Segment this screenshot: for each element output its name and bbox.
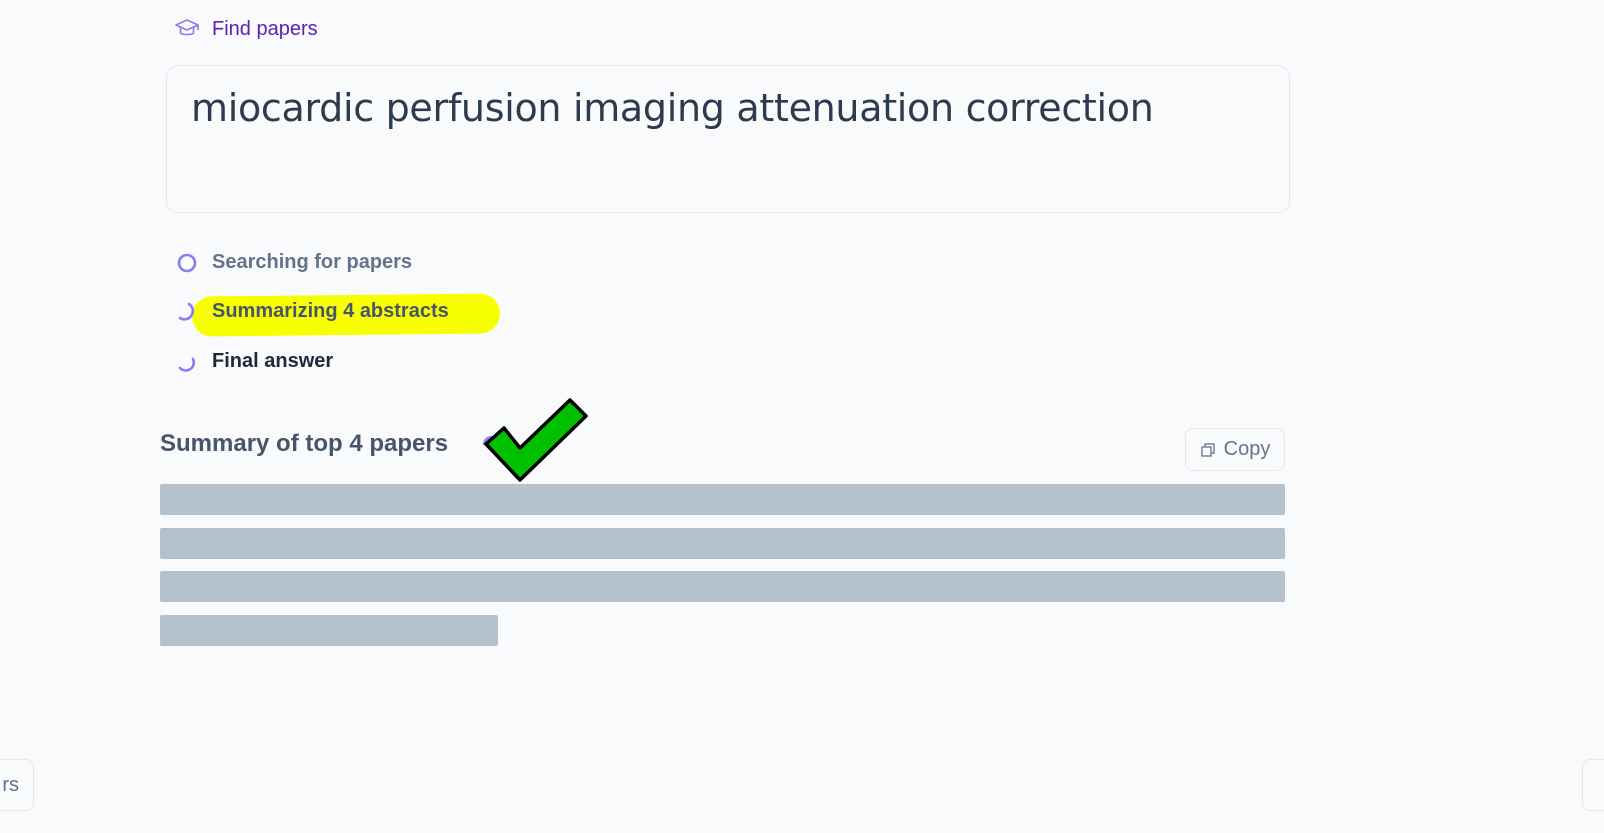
step-summarizing: Summarizing 4 abstracts: [176, 300, 449, 323]
step-label: Summarizing 4 abstracts: [212, 300, 449, 322]
copy-button[interactable]: Copy: [1185, 428, 1285, 471]
summary-title: Summary of top 4 papers: [160, 430, 449, 457]
copy-label: Copy: [1223, 438, 1271, 460]
step-final-answer: Final answer: [176, 350, 333, 373]
spinner-icon: [178, 357, 196, 372]
find-papers-link[interactable]: Find papers: [174, 16, 318, 42]
find-papers-label: Find papers: [212, 17, 318, 40]
skeleton-line: [160, 484, 1285, 515]
skeleton-line: [160, 615, 498, 646]
circle-icon: [177, 253, 197, 272]
step-label: Final answer: [212, 350, 334, 372]
step-searching: Searching for papers: [176, 251, 412, 274]
query-text: miocardic perfusion imaging attenuation …: [191, 86, 1154, 130]
graduation-cap-icon: [175, 19, 199, 36]
spinner-icon: [178, 302, 195, 321]
query-input[interactable]: miocardic perfusion imaging attenuation …: [166, 65, 1290, 213]
skeleton-line: [160, 571, 1285, 602]
checkmark-icon: [484, 398, 588, 482]
edge-button-right[interactable]: [1582, 759, 1604, 811]
edge-button-left[interactable]: rs: [0, 759, 34, 811]
page: Find papers miocardic perfusion imaging …: [0, 0, 1604, 833]
edge-button-label: rs: [2, 773, 19, 796]
copy-icon: [1200, 442, 1215, 457]
skeleton-line: [160, 528, 1285, 559]
step-label: Searching for papers: [212, 251, 413, 273]
